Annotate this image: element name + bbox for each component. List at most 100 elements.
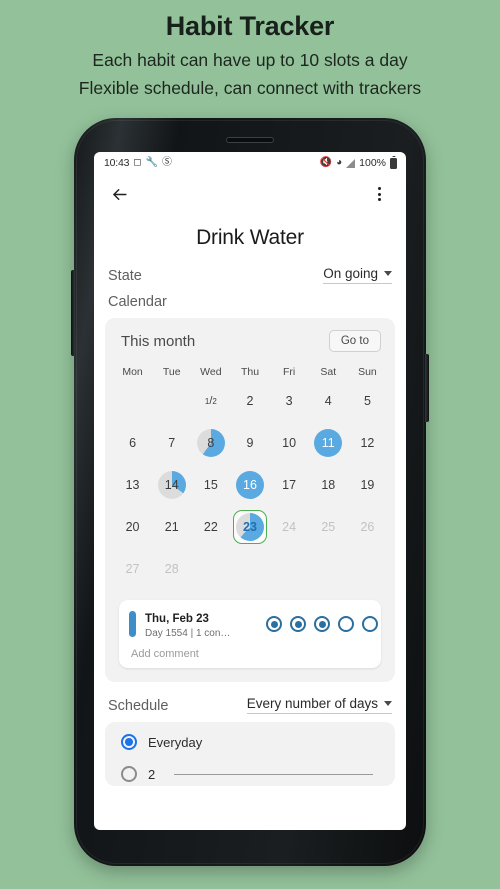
entry-text-block: Thu, Feb 23 Day 1554 | 1 con… (145, 609, 255, 639)
calendar-cell-10[interactable]: 10 (270, 422, 309, 464)
calendar-cell-23[interactable]: 23 (230, 506, 269, 548)
habit-slot-2[interactable] (290, 616, 306, 632)
calendar-cell-28[interactable]: 28 (152, 548, 191, 590)
volume-button[interactable] (71, 270, 75, 356)
power-button[interactable] (425, 354, 429, 422)
interval-input-underline[interactable] (174, 773, 373, 775)
calendar-day-number: 28 (164, 562, 179, 576)
calendar-cell-22[interactable]: 22 (191, 506, 230, 548)
calendar-day-number: 24 (282, 520, 297, 534)
schedule-card: Everyday 2 (105, 722, 395, 786)
calendar-cell-2[interactable]: 2 (230, 380, 269, 422)
battery-icon (390, 157, 397, 169)
radio-button-everyday[interactable] (121, 734, 137, 750)
calendar-day-number: 9 (246, 436, 254, 450)
calendar-day-number: 13 (125, 478, 140, 492)
calendar-cell-3[interactable]: 3 (270, 380, 309, 422)
interval-value[interactable]: 2 (148, 767, 155, 782)
calendar-cell-26[interactable]: 26 (348, 506, 387, 548)
calendar-day-number: 8 (207, 436, 215, 450)
calendar-cell-16[interactable]: 16 (230, 464, 269, 506)
habit-slot-4[interactable] (338, 616, 354, 632)
chevron-down-icon (384, 271, 392, 276)
weekday-label-sun: Sun (358, 366, 377, 378)
calendar-day-number: 22 (203, 520, 218, 534)
calendar-cell-24[interactable]: 24 (270, 506, 309, 548)
schedule-mode-dropdown[interactable]: Every number of days (246, 696, 392, 714)
calendar-section-header: Calendar (94, 293, 406, 311)
calendar-cell-27[interactable]: 27 (113, 548, 152, 590)
mute-icon: 🔇 (319, 157, 333, 168)
calendar-cell-15[interactable]: 15 (191, 464, 230, 506)
calendar-day-number: 16 (243, 478, 257, 492)
calendar-day-number: 20 (125, 520, 140, 534)
calendar-day-number: 2 (246, 394, 254, 408)
page-title: Drink Water (196, 226, 304, 249)
calendar-cell-14[interactable]: 14 (152, 464, 191, 506)
calendar-cell-18[interactable]: 18 (309, 464, 348, 506)
schedule-option-label: Everyday (148, 734, 203, 750)
calendar-cell-13[interactable]: 13 (113, 464, 152, 506)
day-entry-top: Thu, Feb 23 Day 1554 | 1 con… (129, 609, 378, 639)
habit-slot-3[interactable] (314, 616, 330, 632)
calendar-cell-19[interactable]: 19 (348, 464, 387, 506)
calendar-day-number: 19 (360, 478, 375, 492)
calendar-cell-21[interactable]: 21 (152, 506, 191, 548)
phone-screen: 10:43 ◻ 🔧 Ⓢ 🔇 ◕ 100% Drink Water State O… (94, 152, 406, 830)
goto-button[interactable]: Go to (328, 330, 381, 352)
calendar-day-number: 25 (321, 520, 336, 534)
calendar-cell-empty (309, 548, 348, 590)
promo-subtitle-line1: Each habit can have up to 10 slots a day (92, 50, 408, 70)
calendar-cell-6[interactable]: 6 (113, 422, 152, 464)
calendar-day-number: 17 (282, 478, 297, 492)
state-label: State (108, 268, 142, 284)
calendar-day-number: 26 (360, 520, 375, 534)
calendar-cell-25[interactable]: 25 (309, 506, 348, 548)
state-row: State On going (94, 266, 406, 284)
slot-list (266, 616, 378, 632)
schedule-option-interval[interactable]: 2 (105, 766, 395, 782)
entry-color-bar (129, 611, 136, 637)
calendar-cell-empty (348, 548, 387, 590)
schedule-option-everyday[interactable]: Everyday (105, 734, 395, 750)
calendar-day-number: 14 (164, 478, 179, 492)
schedule-label: Schedule (108, 698, 169, 714)
calendar-day-number: 5 (363, 394, 371, 408)
calendar-cell-17[interactable]: 17 (270, 464, 309, 506)
calendar-cell-20[interactable]: 20 (113, 506, 152, 548)
promo-header: Habit Tracker Each habit can have up to … (0, 0, 500, 100)
weekday-label-mon: Mon (122, 366, 143, 378)
habit-slot-1[interactable] (266, 616, 282, 632)
calendar-cell-5[interactable]: 5 (348, 380, 387, 422)
entry-subtitle: Day 1554 | 1 con… (145, 628, 231, 639)
status-bar: 10:43 ◻ 🔧 Ⓢ 🔇 ◕ 100% (94, 152, 406, 174)
back-arrow-icon[interactable] (106, 181, 132, 207)
entry-date: Thu, Feb 23 (145, 613, 209, 625)
radio-button-interval[interactable] (121, 766, 137, 782)
habit-slot-5[interactable] (362, 616, 378, 632)
calendar-cell-7[interactable]: 7 (152, 422, 191, 464)
calendar-cell-11[interactable]: 11 (309, 422, 348, 464)
battery-percent: 100% (359, 157, 386, 169)
weekday-label-wed: Wed (200, 366, 222, 378)
calendar-cell-1-2[interactable]: 1/2 (191, 380, 230, 422)
calendar-day-number: 15 (203, 478, 218, 492)
calendar-cell-8[interactable]: 8 (191, 422, 230, 464)
calendar-cell-9[interactable]: 9 (230, 422, 269, 464)
promo-subtitle-line2: Flexible schedule, can connect with trac… (78, 78, 422, 98)
promo-title: Habit Tracker (165, 11, 335, 41)
schedule-mode-value: Every number of days (246, 696, 378, 711)
calendar-day-number: 23 (243, 520, 257, 534)
state-dropdown[interactable]: On going (323, 266, 392, 284)
calendar-cell-12[interactable]: 12 (348, 422, 387, 464)
earpiece-speaker (226, 137, 274, 143)
status-time: 10:43 (104, 157, 130, 169)
calendar-cell-4[interactable]: 4 (309, 380, 348, 422)
signal-icon (346, 158, 356, 168)
state-value: On going (323, 266, 378, 281)
calendar-day-number: 3 (285, 394, 293, 408)
do-not-disturb-icon: Ⓢ (162, 157, 173, 168)
add-comment-field[interactable]: Add comment (129, 648, 371, 660)
weekday-label-thu: Thu (240, 366, 260, 378)
overflow-menu-icon[interactable] (366, 181, 392, 207)
